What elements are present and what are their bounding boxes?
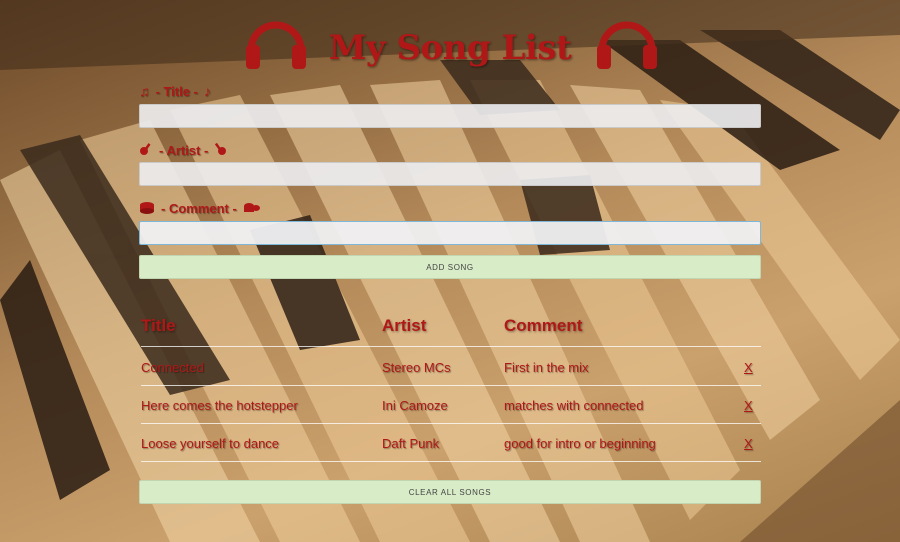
page-header: My Song List [0,6,900,76]
drum-icon [243,200,261,217]
artist-input[interactable] [139,162,761,186]
headphones-icon [594,12,660,77]
artist-field-label: - Artist - [139,142,228,159]
music-note-icon: ♪ [203,83,211,99]
song-artist: Daft Punk [382,436,440,451]
column-header-artist: Artist [382,316,427,335]
guitar-icon [139,142,153,159]
song-title: Loose yourself to dance [141,436,280,451]
column-header-comment: Comment [504,316,583,335]
artist-label-text: - Artist - [159,143,209,158]
row-divider [141,385,761,386]
song-comment: First in the mix [504,360,589,375]
song-comment: good for intro or beginning [504,436,656,451]
song-title: Connected [141,360,204,375]
page-title: My Song List [328,28,572,68]
row-divider [141,461,761,462]
title-input[interactable] [139,104,761,128]
guitar-icon [214,142,228,159]
title-label-text: - Title - [155,83,198,99]
song-comment: matches with connected [504,398,644,413]
row-divider [141,346,761,347]
column-header-title: Title [141,316,176,335]
song-artist: Ini Camoze [382,398,448,413]
delete-song-button[interactable]: X [744,360,753,375]
song-title: Here comes the hotstepper [141,398,298,413]
add-song-button[interactable]: ADD SONG [139,255,761,279]
delete-song-button[interactable]: X [744,436,753,451]
song-artist: Stereo MCs [382,360,451,375]
delete-song-button[interactable]: X [744,398,753,413]
comment-field-label: - Comment - [139,200,261,217]
comment-label-text: - Comment - [161,201,237,216]
music-note-icon: ♫ [139,83,150,99]
row-divider [141,423,761,424]
comment-input[interactable] [139,221,761,245]
title-field-label: ♫ - Title - ♪ [139,83,211,99]
drum-icon [139,200,155,217]
clear-all-songs-button[interactable]: CLEAR ALL SONGS [139,480,761,504]
